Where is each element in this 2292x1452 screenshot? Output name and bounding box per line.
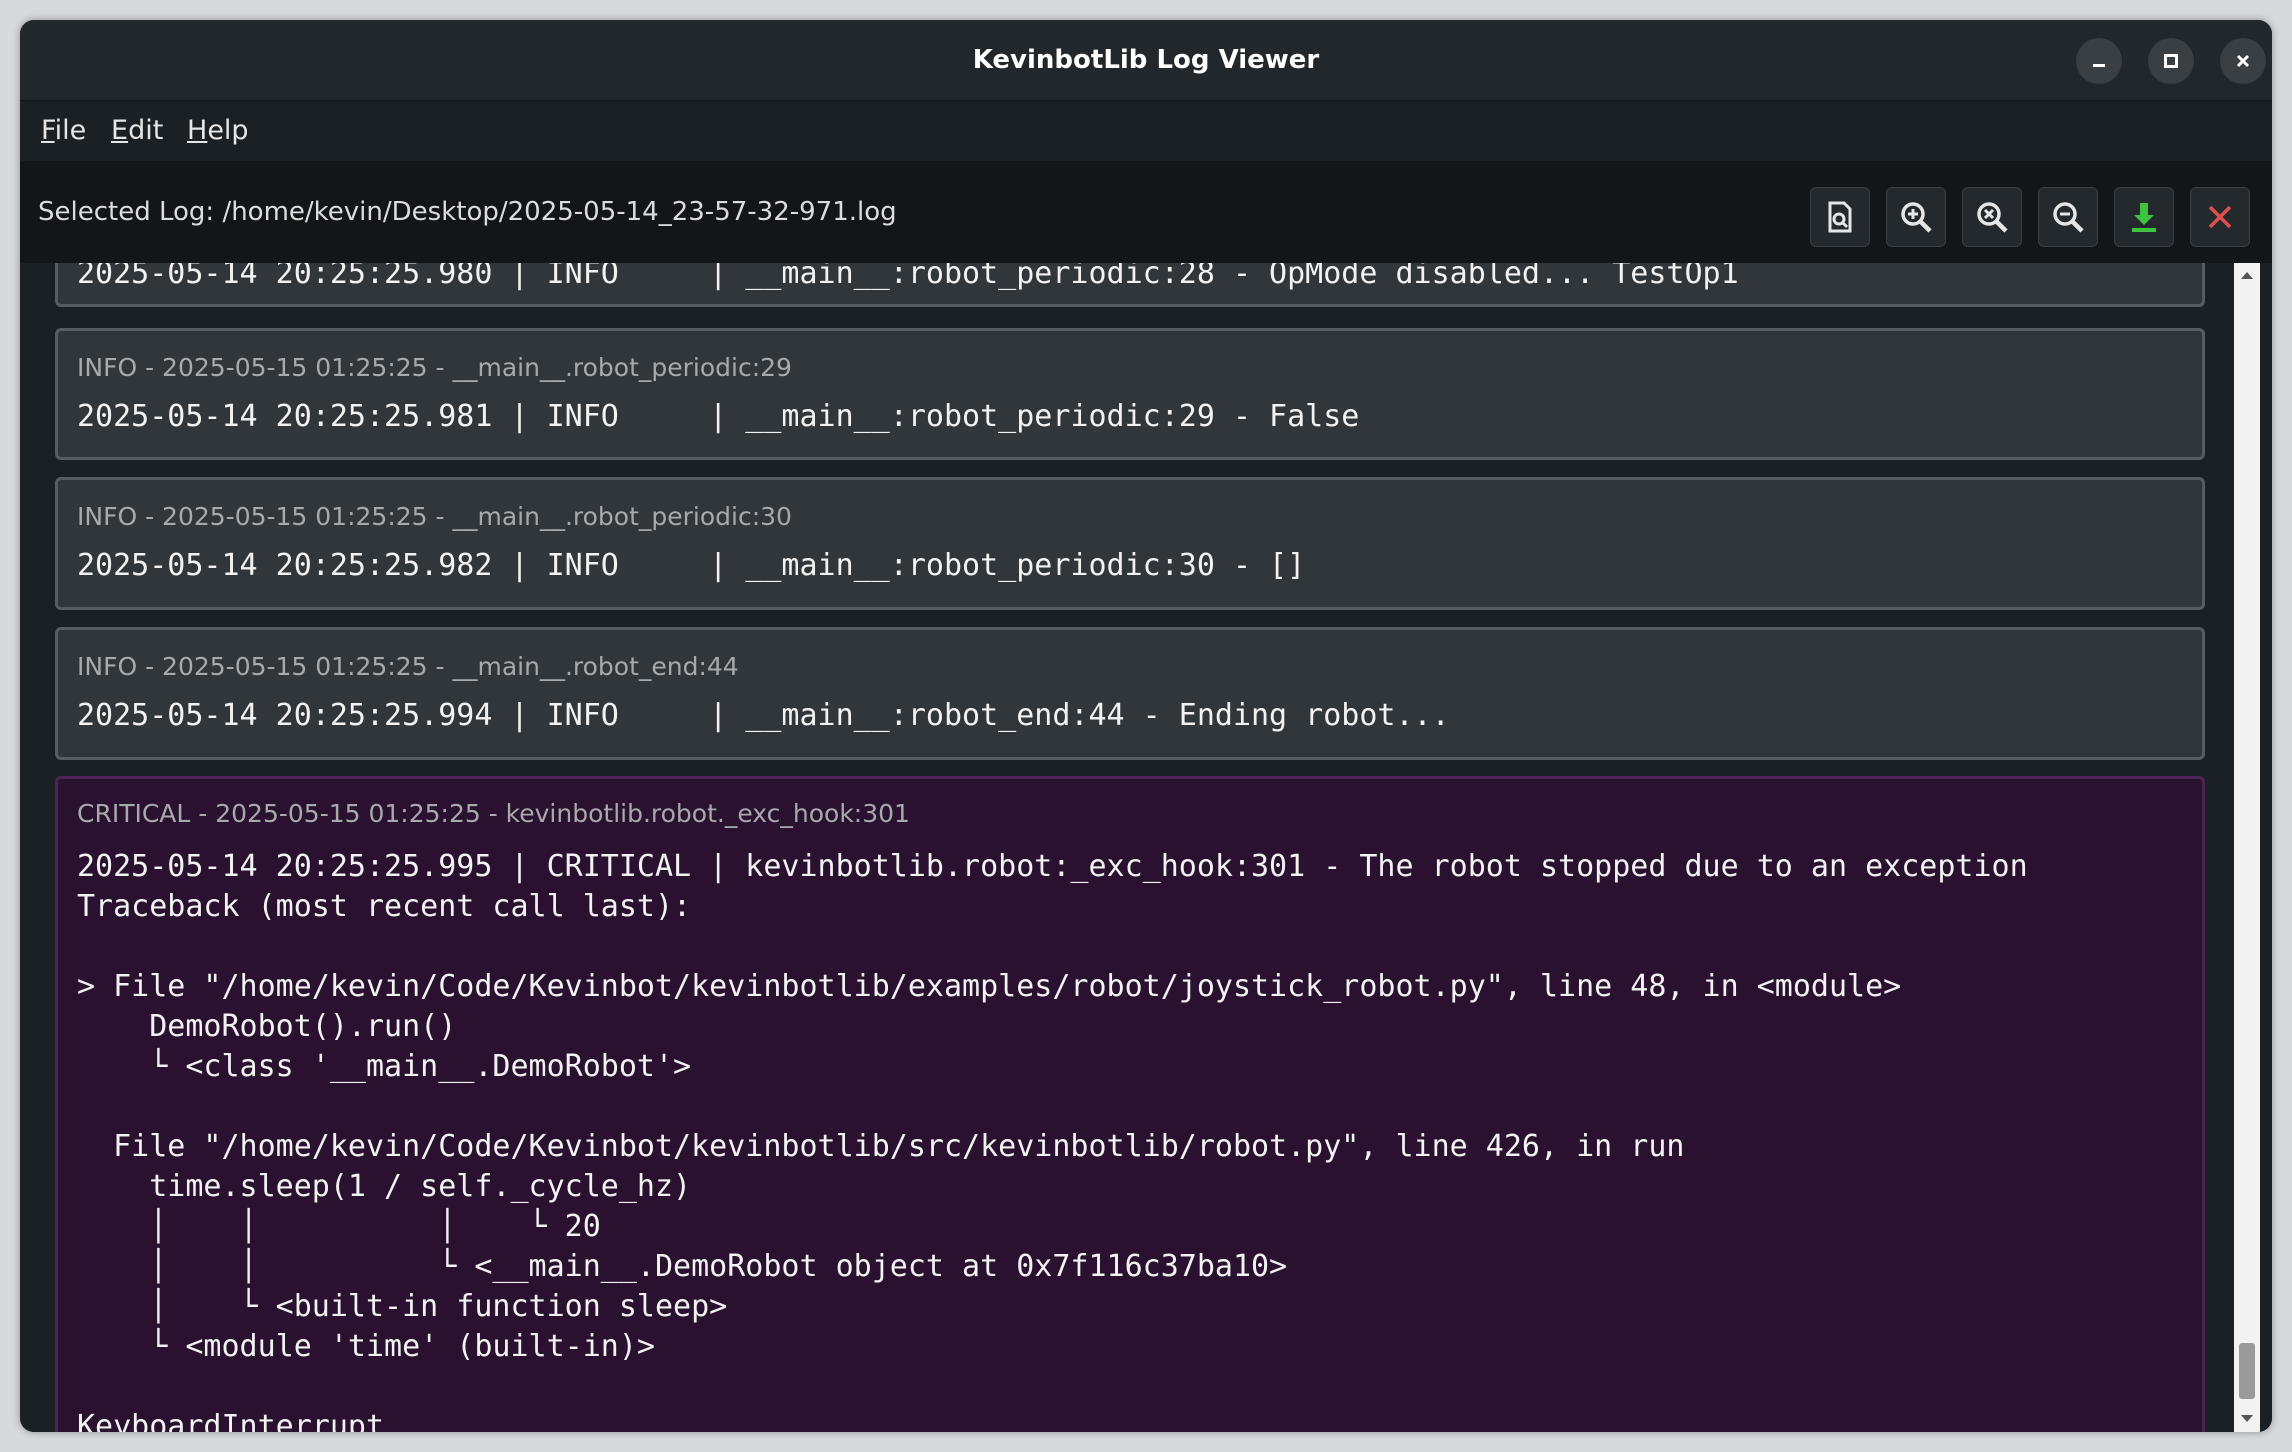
title-bar: KevinbotLib Log Viewer (20, 20, 2272, 101)
menu-edit-accel: E (111, 115, 129, 146)
log-entry-body: 2025-05-14 20:25:25.995 | CRITICAL | kev… (77, 849, 2028, 1432)
log-entry-header: INFO - 2025-05-15 01:25:25 - __main__.ro… (77, 652, 739, 681)
close-log-button[interactable] (2190, 187, 2250, 247)
scrollbar-track[interactable] (2234, 263, 2260, 1432)
close-log-icon (2208, 205, 2232, 229)
minimize-icon (2093, 64, 2105, 67)
close-window-button[interactable] (2220, 38, 2266, 84)
menu-edit[interactable]: Edit (111, 101, 163, 161)
log-entry-body: 2025-05-14 20:25:25.982 | INFO | __main_… (77, 548, 1306, 583)
zoom-out-icon (2053, 202, 2084, 233)
zoom-reset-icon (1977, 202, 2008, 233)
log-entry: 2025-05-14 20:25:25.980 | INFO | __main_… (55, 263, 2205, 307)
close-icon (2236, 54, 2250, 68)
log-entry-header: INFO - 2025-05-15 01:25:25 - __main__.ro… (77, 353, 792, 382)
menu-bar: File Edit Help (20, 101, 2272, 161)
zoom-reset-button[interactable] (1962, 187, 2022, 247)
log-entry: INFO - 2025-05-15 01:25:25 - __main__.ro… (55, 627, 2205, 760)
maximize-icon (2164, 54, 2178, 68)
menu-help[interactable]: Help (187, 101, 249, 161)
log-entry-body: 2025-05-14 20:25:25.980 | INFO | __main_… (77, 263, 1739, 291)
menu-file-accel: F (41, 115, 55, 146)
open-log-icon (1828, 201, 1852, 233)
download-icon (2132, 203, 2156, 232)
scroll-up-icon[interactable] (2239, 269, 2255, 281)
minimize-button[interactable] (2076, 38, 2122, 84)
maximize-button[interactable] (2148, 38, 2194, 84)
log-entry-body: 2025-05-14 20:25:25.981 | INFO | __main_… (77, 399, 1360, 434)
zoom-in-button[interactable] (1886, 187, 1946, 247)
menu-edit-label: dit (128, 115, 164, 146)
download-button[interactable] (2114, 187, 2174, 247)
open-log-button[interactable] (1810, 187, 1870, 247)
zoom-in-icon (1901, 202, 1932, 233)
menu-file[interactable]: File (41, 101, 86, 161)
log-entry-header: INFO - 2025-05-15 01:25:25 - __main__.ro… (77, 502, 792, 531)
log-entry-header: CRITICAL - 2025-05-15 01:25:25 - kevinbo… (77, 799, 910, 828)
menu-file-label: ile (54, 115, 87, 146)
selected-log-path: Selected Log: /home/kevin/Desktop/2025-0… (38, 197, 897, 227)
vertical-scrollbar[interactable] (2224, 263, 2272, 1432)
log-entry: INFO - 2025-05-15 01:25:25 - __main__.ro… (55, 477, 2205, 610)
log-entry: INFO - 2025-05-15 01:25:25 - __main__.ro… (55, 328, 2205, 460)
window-title: KevinbotLib Log Viewer (972, 45, 1320, 75)
toolbar: Selected Log: /home/kevin/Desktop/2025-0… (20, 161, 2272, 263)
log-list[interactable]: 2025-05-14 20:25:25.980 | INFO | __main_… (20, 263, 2224, 1432)
scroll-down-icon[interactable] (2239, 1413, 2255, 1425)
menu-help-accel: H (187, 115, 208, 146)
log-entry-critical: CRITICAL - 2025-05-15 01:25:25 - kevinbo… (55, 776, 2205, 1432)
log-viewer-window: KevinbotLib Log Viewer File Edit Help Se… (20, 20, 2272, 1432)
menu-help-label: elp (207, 115, 249, 146)
scrollbar-thumb[interactable] (2239, 1343, 2255, 1399)
log-entry-body: 2025-05-14 20:25:25.994 | INFO | __main_… (77, 698, 1450, 733)
zoom-out-button[interactable] (2038, 187, 2098, 247)
